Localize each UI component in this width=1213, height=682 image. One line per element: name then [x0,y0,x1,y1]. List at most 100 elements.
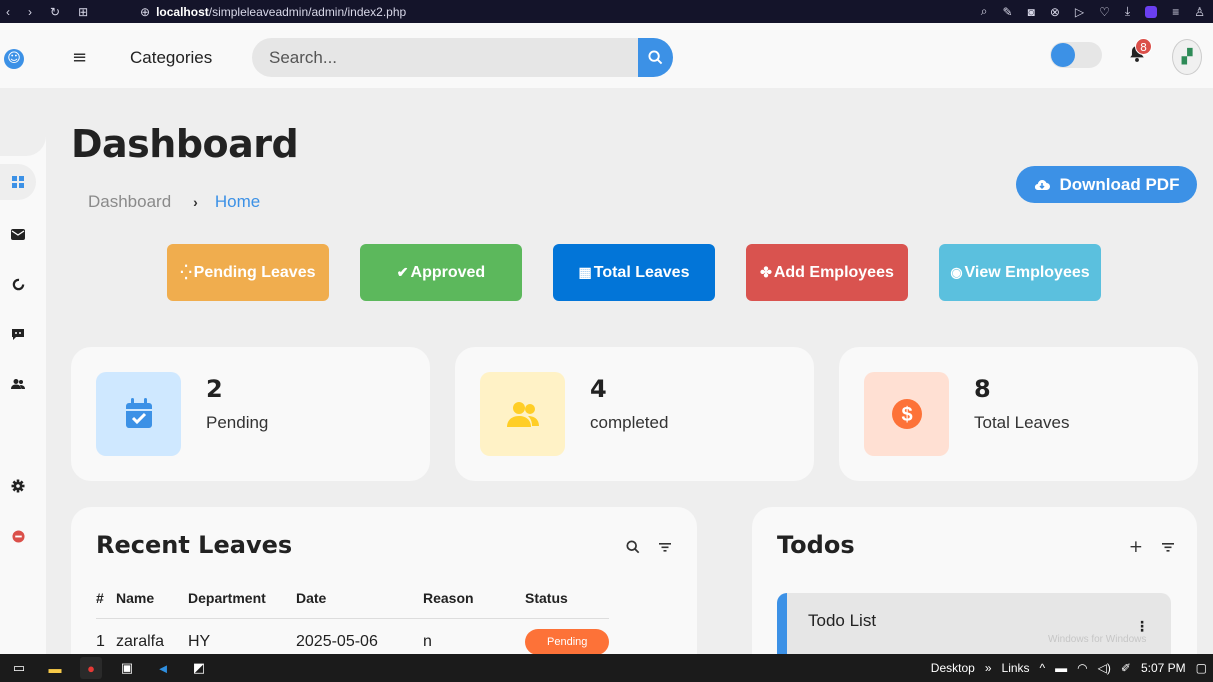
categories-link[interactable]: Categories [130,48,212,68]
wifi-icon[interactable]: ◠ [1077,661,1087,675]
reload-icon[interactable]: ↻ [50,5,60,19]
battery-icon[interactable]: ▬ [1055,661,1067,675]
zoom-icon[interactable]: ⌕ [981,4,988,19]
page-title: Dashboard [71,122,299,166]
search-input[interactable] [252,38,638,77]
search-button[interactable] [638,38,673,77]
total-leaves-button[interactable]: ▦ Total Leaves [553,244,715,301]
spinner-icon: ⁛ [180,264,192,280]
desktop-toolbar[interactable]: Desktop [931,661,975,675]
chat-icon [12,328,24,340]
heart-icon[interactable]: ♡ [1099,5,1110,19]
volume-icon[interactable]: ◁) [1098,661,1111,675]
back-icon[interactable]: ‹ [6,5,10,19]
todos-panel: Todos + Todo List ⋮ [752,507,1197,654]
chevron-up-icon[interactable]: ^ [1040,661,1046,675]
smile-logo-icon[interactable]: ☺ [4,49,24,69]
sidebar-item-chat[interactable] [0,316,36,352]
avatar[interactable]: ▞ [1172,39,1202,75]
url-host: localhost [156,4,209,19]
pending-leaves-button[interactable]: ⁛ Pending Leaves [167,244,329,301]
search-icon[interactable] [626,540,640,554]
search-icon [648,50,663,65]
recent-leaves-panel: Recent Leaves # Name Department Date Rea… [71,507,697,654]
browser-nav: ‹ › ↻ ⊞ [0,5,140,19]
camera-icon[interactable]: ◙ [1028,5,1035,19]
sidebar-item-loading[interactable] [0,266,36,302]
taskbar-apps: ▭ ▬ ● ▣ ◄ ◩ [8,654,210,682]
cell-status: Pending [525,619,610,654]
file-explorer-icon[interactable]: ▬ [44,657,66,679]
chevron-right-icon: › [193,194,198,210]
profile-icon[interactable]: ♙ [1194,5,1205,19]
notification-badge: 8 [1135,38,1152,55]
todo-item-text: Todo List [808,611,877,630]
table-icon: ▦ [578,264,592,280]
stat-card-completed: 4 completed [455,347,814,481]
gear-icon [11,479,25,493]
download-pdf-button[interactable]: Download PDF [1016,166,1197,203]
add-employees-button[interactable]: ✤ Add Employees [746,244,908,301]
view-employees-button[interactable]: ◉ View Employees [939,244,1101,301]
play-icon[interactable]: ▷ [1075,5,1084,19]
table-header-row: # Name Department Date Reason Status [96,590,610,619]
links-toolbar[interactable]: Links [1002,661,1030,675]
stat-pending-value: 2 [206,375,223,403]
cell-num: 1 [96,633,105,650]
logout-icon [11,529,25,543]
cell-name: zaralfa [116,633,165,650]
svg-text:$: $ [901,404,912,426]
menu-lines-icon[interactable]: ≡ [1172,5,1179,19]
address-bar[interactable]: ⊕ localhost/simpleleaveadmin/admin/index… [140,5,406,19]
todos-tools: + [1129,539,1175,556]
search-form [252,38,673,77]
terminal-icon[interactable]: ▣ [116,657,138,679]
photos-icon[interactable]: ◩ [188,657,210,679]
download-pdf-label: Download PDF [1059,174,1180,194]
stat-pending-label: Pending [206,413,269,432]
sidebar-item-messages[interactable] [0,216,36,252]
vscode-icon[interactable]: ◄ [152,657,174,679]
extension-icon[interactable] [1145,5,1158,18]
dark-mode-toggle[interactable] [1050,42,1102,68]
sidebar-item-logout[interactable] [0,518,36,554]
stat-completed-value: 4 [590,375,607,403]
stat-total-value: 8 [974,375,991,403]
total-leaves-label: Total Leaves [593,263,690,281]
table-row[interactable]: 1 zaralfa HY 2025-05-06 n Pending [96,619,610,654]
col-date: Date [296,590,423,619]
notifications-icon[interactable]: ▢ [1196,661,1207,675]
sidebar-item-dashboard[interactable] [0,164,36,200]
breadcrumb-home[interactable]: Home [215,192,260,212]
clock[interactable]: 5:07 PM [1141,661,1186,675]
opera-browser-icon[interactable]: ● [80,657,102,679]
col-name: Name [116,590,188,619]
sidebar-item-users[interactable] [0,366,36,402]
col-status: Status [525,590,610,619]
sidebar-item-settings[interactable] [0,468,36,504]
plus-icon[interactable]: + [1129,539,1143,556]
task-view-icon[interactable]: ▭ [8,657,30,679]
more-vertical-icon[interactable]: ⋮ [1135,619,1149,635]
col-reason: Reason [423,590,525,619]
apps-icon[interactable]: ⊞ [78,5,88,19]
breadcrumb: Dashboard › Home [88,192,260,212]
chevron-double-right-icon[interactable]: » [985,661,992,675]
edit-icon[interactable]: ✎ [1003,5,1013,19]
hamburger-menu-icon[interactable]: ≡ [72,47,87,68]
eye-icon: ◉ [950,264,963,280]
stat-card-total: $ 8 Total Leaves [839,347,1198,481]
breadcrumb-dashboard[interactable]: Dashboard [88,192,171,212]
system-tray: Desktop » Links ^ ▬ ◠ ◁) ✐ 5:07 PM ▢ [931,654,1207,682]
approved-button[interactable]: ✔ Approved [360,244,522,301]
filter-icon[interactable] [658,540,672,554]
download-icon[interactable]: ⤓ [1125,4,1130,19]
spinner-icon [12,278,24,290]
recent-leaves-table: # Name Department Date Reason Status 1 z… [96,590,610,654]
filter-icon[interactable] [1161,540,1175,554]
stat-completed-label: completed [590,413,669,432]
forward-icon[interactable]: › [28,5,32,19]
pen-icon[interactable]: ✐ [1121,661,1131,675]
shield-icon[interactable]: ⊗ [1050,5,1060,19]
sidebar-curve [0,88,46,156]
